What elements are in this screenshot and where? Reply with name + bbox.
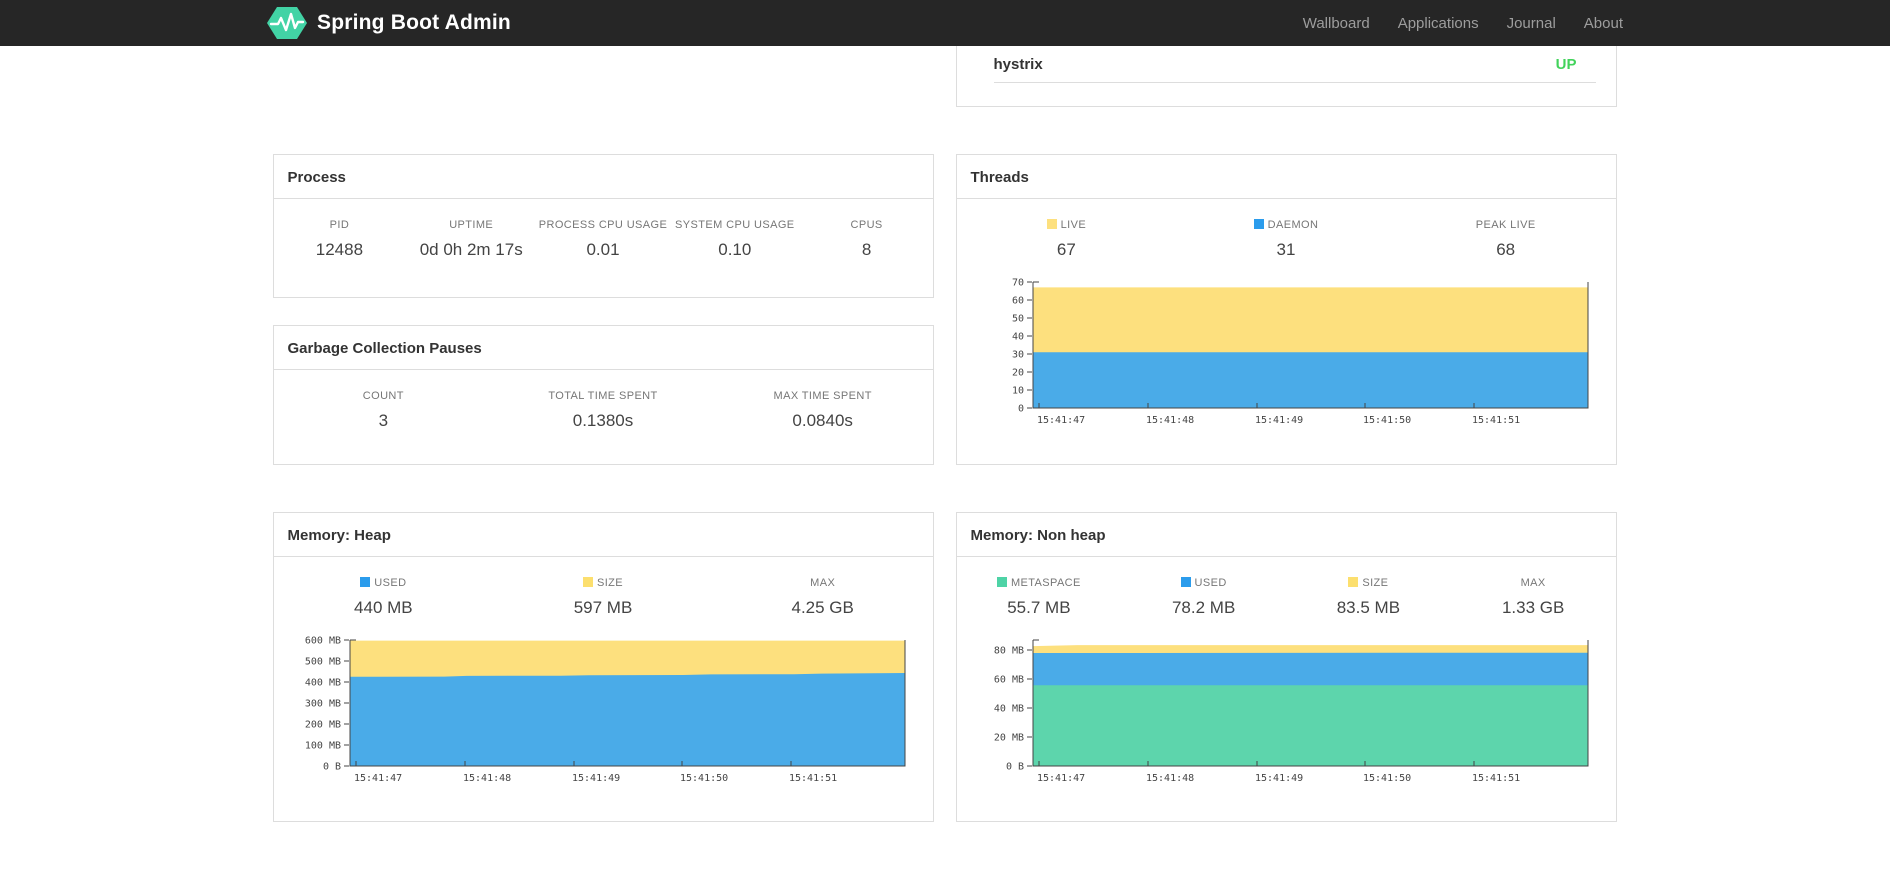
- metric-peak-live-threads: PEAK LIVE 68: [1475, 219, 1536, 259]
- app-title: Spring Boot Admin: [317, 11, 511, 34]
- dashboard-content: hystrix UP Process PID 12488 UPTIME 0d 0…: [272, 46, 1618, 892]
- metric-nonheap-max: MAX 1.33 GB: [1501, 577, 1565, 617]
- brand[interactable]: Spring Boot Admin: [267, 6, 511, 40]
- svg-text:80 MB: 80 MB: [993, 646, 1023, 657]
- svg-text:15:41:47: 15:41:47: [354, 773, 402, 784]
- nonheap-size-legend-swatch: [1348, 577, 1359, 587]
- svg-text:200 MB: 200 MB: [304, 720, 340, 731]
- svg-text:15:41:48: 15:41:48: [1146, 773, 1194, 784]
- metric-system-cpu-usage: SYSTEM CPU USAGE 0.10: [675, 219, 795, 259]
- svg-text:0 B: 0 B: [322, 762, 340, 773]
- metric-heap-max: MAX 4.25 GB: [791, 577, 854, 617]
- threads-card-title: Threads: [956, 155, 1616, 199]
- svg-text:15:41:48: 15:41:48: [463, 773, 511, 784]
- threads-card: Threads LIVE 67 DAEMON 31 PEAK LIVE 68 0…: [955, 154, 1617, 465]
- app-logo-icon: [267, 6, 317, 40]
- svg-text:100 MB: 100 MB: [304, 741, 340, 752]
- svg-text:15:41:51: 15:41:51: [1472, 415, 1520, 426]
- heap-size-legend-swatch: [582, 577, 593, 587]
- gc-pauses-card: Garbage Collection Pauses COUNT 3 TOTAL …: [272, 325, 934, 465]
- svg-text:0 B: 0 B: [1005, 762, 1023, 773]
- metric-nonheap-used: USED 78.2 MB: [1171, 577, 1236, 617]
- svg-text:15:41:49: 15:41:49: [572, 773, 620, 784]
- svg-text:70: 70: [1011, 278, 1023, 289]
- metaspace-legend-swatch: [996, 577, 1007, 587]
- process-card-title: Process: [273, 155, 933, 199]
- memory-nonheap-card: Memory: Non heap METASPACE 55.7 MB USED …: [955, 512, 1617, 822]
- svg-text:60 MB: 60 MB: [993, 675, 1023, 686]
- nonheap-card-title: Memory: Non heap: [956, 513, 1616, 557]
- metric-heap-size: SIZE 597 MB: [573, 577, 633, 617]
- memory-heap-chart: 0 B 100 MB 200 MB 300 MB 400 MB 500 MB 600 MB 1…: [289, 634, 918, 797]
- metric-metaspace: METASPACE 55.7 MB: [957, 577, 1122, 618]
- metric-gc-total-time: TOTAL TIME SPENT 0.1380s: [548, 390, 658, 430]
- svg-text:15:41:49: 15:41:49: [1255, 773, 1303, 784]
- metric-heap-used: USED 440 MB: [354, 577, 413, 617]
- main-nav: Wallboard Applications Journal About: [1275, 15, 1623, 32]
- nav-about[interactable]: About: [1584, 15, 1623, 32]
- svg-text:15:41:50: 15:41:50: [1363, 415, 1411, 426]
- svg-text:20 MB: 20 MB: [993, 733, 1023, 744]
- svg-text:50: 50: [1011, 314, 1023, 325]
- memory-nonheap-chart: 0 B 20 MB 40 MB 60 MB 80 MB 15:41:47 15:41:48 1…: [972, 634, 1601, 797]
- svg-text:15:41:48: 15:41:48: [1146, 415, 1194, 426]
- memory-heap-card: Memory: Heap USED 440 MB SIZE 597 MB MAX…: [272, 512, 934, 822]
- svg-text:15:41:51: 15:41:51: [789, 773, 837, 784]
- live-legend-swatch: [1046, 219, 1057, 229]
- svg-text:15:41:51: 15:41:51: [1472, 773, 1520, 784]
- heap-used-legend-swatch: [360, 577, 371, 587]
- nonheap-used-legend-swatch: [1180, 577, 1191, 587]
- daemon-legend-swatch: [1253, 219, 1264, 229]
- svg-text:0: 0: [1017, 404, 1023, 415]
- metric-gc-max-time: MAX TIME SPENT 0.0840s: [773, 390, 872, 430]
- svg-text:20: 20: [1011, 368, 1023, 379]
- svg-text:60: 60: [1011, 296, 1023, 307]
- svg-text:40 MB: 40 MB: [993, 704, 1023, 715]
- metric-pid: PID 12488: [315, 219, 364, 259]
- process-card: Process PID 12488 UPTIME 0d 0h 2m 17s PR…: [272, 154, 934, 298]
- svg-text:600 MB: 600 MB: [304, 636, 340, 647]
- svg-text:400 MB: 400 MB: [304, 678, 340, 689]
- nav-applications[interactable]: Applications: [1398, 15, 1479, 32]
- metric-daemon-threads: DAEMON 31: [1176, 219, 1396, 260]
- metric-live-threads: LIVE 67: [957, 219, 1177, 260]
- application-row-hystrix[interactable]: hystrix UP: [993, 46, 1596, 83]
- svg-text:15:41:49: 15:41:49: [1255, 415, 1303, 426]
- nav-journal[interactable]: Journal: [1507, 15, 1556, 32]
- application-status-badge: UP: [1555, 56, 1577, 73]
- app-header: Spring Boot Admin Wallboard Applications…: [0, 0, 1890, 46]
- threads-chart: 0 10 20 30 40 50 60 70 15:41:47 15:41:48 15:41:49 1…: [972, 276, 1601, 439]
- svg-text:15:41:47: 15:41:47: [1037, 773, 1085, 784]
- metric-process-cpu-usage: PROCESS CPU USAGE 0.01: [538, 219, 668, 259]
- application-status-card: hystrix UP: [955, 46, 1617, 107]
- metric-gc-count: COUNT 3: [362, 390, 404, 430]
- svg-text:10: 10: [1011, 386, 1023, 397]
- metric-cpus: CPUS 8: [850, 219, 883, 259]
- svg-text:500 MB: 500 MB: [304, 657, 340, 668]
- metric-nonheap-size: SIZE 83.5 MB: [1336, 577, 1401, 617]
- application-name: hystrix: [993, 56, 1043, 73]
- nav-wallboard[interactable]: Wallboard: [1303, 15, 1370, 32]
- svg-text:40: 40: [1011, 332, 1023, 343]
- svg-text:15:41:47: 15:41:47: [1037, 415, 1085, 426]
- heap-card-title: Memory: Heap: [273, 513, 933, 557]
- svg-text:15:41:50: 15:41:50: [1363, 773, 1411, 784]
- metric-uptime: UPTIME 0d 0h 2m 17s: [419, 219, 523, 259]
- svg-text:300 MB: 300 MB: [304, 699, 340, 710]
- svg-text:15:41:50: 15:41:50: [680, 773, 728, 784]
- gc-card-title: Garbage Collection Pauses: [273, 326, 933, 370]
- svg-text:30: 30: [1011, 350, 1023, 361]
